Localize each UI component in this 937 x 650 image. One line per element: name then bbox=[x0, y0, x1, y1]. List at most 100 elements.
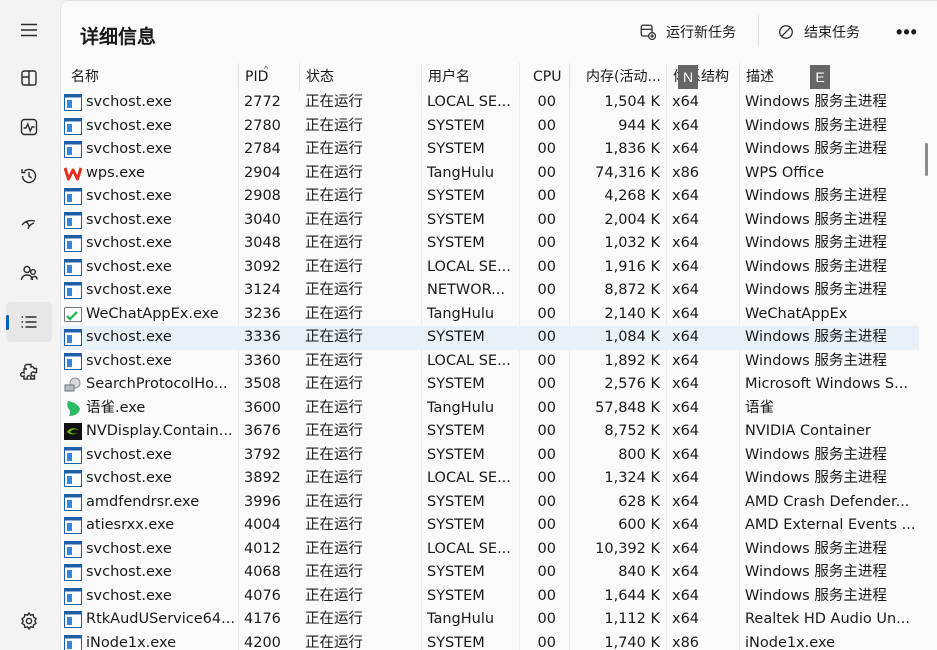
process-status: 正在运行 bbox=[305, 470, 363, 486]
process-memory: 840 K bbox=[618, 564, 660, 580]
service-host-icon bbox=[64, 258, 82, 276]
settings-gear-icon[interactable] bbox=[6, 601, 52, 641]
table-row[interactable]: amdfendrsr.exe 3996 正在运行 SYSTEM 00 628 K… bbox=[61, 491, 919, 515]
table-row[interactable]: svchost.exe 3892 正在运行 LOCAL SE... 00 1,3… bbox=[61, 467, 919, 491]
process-name: svchost.exe bbox=[86, 188, 172, 204]
process-user: SYSTEM bbox=[427, 188, 485, 204]
service-host-icon bbox=[64, 634, 82, 650]
service-host-icon bbox=[64, 94, 82, 111]
column-header-pid[interactable]: PID bbox=[238, 63, 299, 91]
table-row[interactable]: SearchProtocolHo... 3508 正在运行 SYSTEM 00 … bbox=[61, 373, 919, 397]
service-host-icon bbox=[64, 446, 82, 464]
table-row[interactable]: svchost.exe 3336 正在运行 SYSTEM 00 1,084 K … bbox=[61, 326, 919, 350]
end-task-button[interactable]: 结束任务 bbox=[777, 19, 860, 45]
vertical-scrollbar[interactable] bbox=[925, 143, 928, 176]
process-cpu: 00 bbox=[537, 188, 556, 204]
more-options-button[interactable]: ••• bbox=[893, 20, 921, 44]
column-header-status[interactable]: 状态 bbox=[299, 63, 421, 91]
table-row[interactable]: svchost.exe 2908 正在运行 SYSTEM 00 4,268 K … bbox=[61, 185, 919, 209]
process-description: NVIDIA Container bbox=[745, 423, 871, 439]
table-row[interactable]: svchost.exe 3360 正在运行 LOCAL SE... 00 1,8… bbox=[61, 350, 919, 374]
search-protocol-icon bbox=[64, 376, 82, 393]
process-status: 正在运行 bbox=[305, 282, 363, 298]
column-header-memory[interactable]: 内存(活动... bbox=[569, 63, 666, 91]
process-pid: 3040 bbox=[244, 211, 281, 228]
process-memory: 1,112 K bbox=[604, 611, 660, 627]
process-description: 语雀 bbox=[745, 399, 774, 416]
nav-processes-icon[interactable] bbox=[6, 58, 52, 98]
table-row[interactable]: wps.exe 2904 正在运行 TangHulu 00 74,316 K x… bbox=[61, 162, 919, 186]
table-row[interactable]: 语雀.exe 3600 正在运行 TangHulu 00 57,848 K x6… bbox=[61, 397, 919, 421]
process-user: LOCAL SE... bbox=[427, 258, 511, 275]
process-pid: 2784 bbox=[244, 141, 281, 157]
process-architecture: x64 bbox=[672, 141, 700, 157]
process-pid: 3892 bbox=[244, 470, 281, 486]
nav-performance-icon[interactable] bbox=[6, 107, 52, 147]
process-memory: 944 K bbox=[618, 117, 660, 134]
process-pid: 4076 bbox=[244, 587, 281, 604]
process-description: Windows 服务主进程 bbox=[745, 470, 887, 486]
process-description: Windows 服务主进程 bbox=[745, 235, 887, 251]
table-row[interactable]: RtkAudUService64... 4176 正在运行 TangHulu 0… bbox=[61, 608, 919, 632]
process-cpu: 00 bbox=[537, 611, 556, 627]
run-new-task-button[interactable]: 运行新任务 bbox=[639, 19, 736, 45]
table-row[interactable]: svchost.exe 2772 正在运行 LOCAL SE... 00 1,5… bbox=[61, 91, 919, 115]
process-user: SYSTEM bbox=[427, 329, 485, 345]
service-host-icon bbox=[64, 470, 82, 487]
column-header-architecture[interactable]: 体系结构 bbox=[666, 63, 739, 91]
run-new-task-label: 运行新任务 bbox=[666, 25, 736, 41]
process-name: svchost.exe bbox=[86, 540, 172, 557]
table-row[interactable]: atiesrxx.exe 4004 正在运行 SYSTEM 00 600 K x… bbox=[61, 514, 919, 538]
process-architecture: x86 bbox=[672, 634, 700, 650]
table-row[interactable]: svchost.exe 2780 正在运行 SYSTEM 00 944 K x6… bbox=[61, 115, 919, 139]
table-row[interactable]: svchost.exe 3124 正在运行 NETWOR... 00 8,872… bbox=[61, 279, 919, 303]
table-row[interactable]: svchost.exe 2784 正在运行 SYSTEM 00 1,836 K … bbox=[61, 138, 919, 162]
hamburger-menu-icon[interactable] bbox=[6, 10, 52, 50]
process-memory: 2,004 K bbox=[604, 211, 660, 228]
table-row[interactable]: svchost.exe 3792 正在运行 SYSTEM 00 800 K x6… bbox=[61, 444, 919, 468]
nav-services-icon[interactable] bbox=[6, 352, 52, 392]
column-header-cpu[interactable]: CPU bbox=[519, 63, 569, 91]
process-cpu: 00 bbox=[537, 493, 556, 510]
column-header-name[interactable]: 名称 bbox=[65, 63, 238, 91]
process-pid: 2904 bbox=[244, 164, 281, 181]
run-task-icon bbox=[640, 24, 657, 41]
service-host-icon bbox=[64, 540, 82, 558]
process-user: LOCAL SE... bbox=[427, 540, 511, 557]
process-name: svchost.exe bbox=[86, 587, 172, 604]
table-row[interactable]: svchost.exe 4068 正在运行 SYSTEM 00 840 K x6… bbox=[61, 561, 919, 585]
process-status: 正在运行 bbox=[305, 611, 363, 627]
process-description: AMD Crash Defender... bbox=[745, 493, 910, 510]
process-name: WeChatAppEx.exe bbox=[86, 305, 219, 322]
wps-icon bbox=[63, 165, 83, 182]
process-architecture: x64 bbox=[672, 564, 700, 580]
process-memory: 2,576 K bbox=[604, 376, 660, 392]
nav-details-icon[interactable] bbox=[6, 302, 52, 342]
nav-startup-icon[interactable] bbox=[6, 204, 52, 244]
process-description: Windows 服务主进程 bbox=[745, 352, 887, 369]
process-description: Windows 服务主进程 bbox=[745, 564, 887, 580]
process-cpu: 00 bbox=[537, 117, 556, 134]
process-pid: 3600 bbox=[244, 399, 281, 416]
process-status: 正在运行 bbox=[305, 564, 363, 580]
nav-app-history-icon[interactable] bbox=[6, 156, 52, 196]
process-architecture: x64 bbox=[672, 94, 700, 110]
table-row[interactable]: WeChatAppEx.exe 3236 正在运行 TangHulu 00 2,… bbox=[61, 303, 919, 327]
table-row[interactable]: svchost.exe 3092 正在运行 LOCAL SE... 00 1,9… bbox=[61, 256, 919, 280]
column-header-user[interactable]: 用户名 bbox=[421, 63, 519, 91]
process-architecture: x64 bbox=[672, 258, 700, 275]
process-name: svchost.exe bbox=[86, 352, 172, 369]
table-row[interactable]: iNode1x.exe 4200 正在运行 SYSTEM 00 1,740 K … bbox=[61, 632, 919, 650]
table-row[interactable]: svchost.exe 3048 正在运行 SYSTEM 00 1,032 K … bbox=[61, 232, 919, 256]
process-pid: 3676 bbox=[244, 423, 281, 439]
nav-users-icon[interactable] bbox=[6, 253, 52, 293]
table-row[interactable]: svchost.exe 4012 正在运行 LOCAL SE... 00 10,… bbox=[61, 538, 919, 562]
process-memory: 1,504 K bbox=[604, 94, 660, 110]
table-row[interactable]: svchost.exe 4076 正在运行 SYSTEM 00 1,644 K … bbox=[61, 585, 919, 609]
table-row[interactable]: svchost.exe 3040 正在运行 SYSTEM 00 2,004 K … bbox=[61, 209, 919, 233]
service-host-icon bbox=[64, 188, 82, 205]
table-row[interactable]: NVDisplay.Contain... 3676 正在运行 SYSTEM 00… bbox=[61, 420, 919, 444]
process-name: iNode1x.exe bbox=[86, 634, 177, 650]
process-status: 正在运行 bbox=[305, 517, 363, 533]
service-host-icon bbox=[64, 564, 82, 581]
